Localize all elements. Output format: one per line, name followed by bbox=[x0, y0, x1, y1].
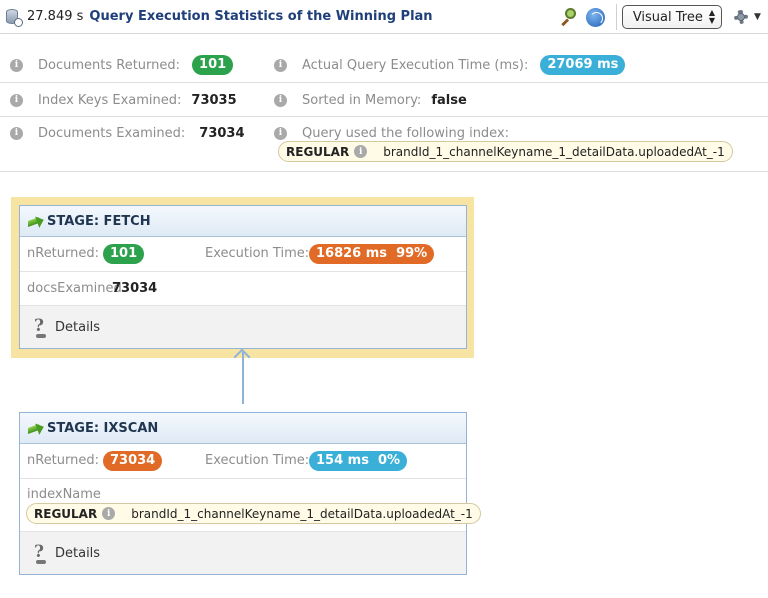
select-arrows-icon: ▲ ▼ bbox=[708, 8, 715, 25]
help-icon: ? bbox=[33, 542, 49, 564]
magnify-icon[interactable] bbox=[558, 7, 578, 27]
help-icon: ? bbox=[33, 316, 49, 338]
stat-label: Documents Returned: bbox=[38, 57, 181, 73]
documents-returned-badge: 101 bbox=[192, 55, 234, 75]
sorted-in-memory-value: false bbox=[431, 92, 467, 108]
nreturned-label: nReturned: bbox=[27, 246, 100, 261]
caret-down-icon[interactable]: ▼ bbox=[754, 12, 766, 22]
execution-time-label: Execution Time: bbox=[205, 453, 310, 468]
docs-examined-label: docsExamined bbox=[27, 281, 122, 296]
stage-card-ixscan: STAGE: IXSCAN nReturned: 73034 Execution… bbox=[19, 412, 481, 575]
info-icon[interactable]: i bbox=[102, 507, 116, 520]
stage-card-fetch: STAGE: FETCH nReturned: 101 Execution Ti… bbox=[19, 205, 467, 349]
index-chip[interactable]: REGULAR i brandId_1_channelKeyname_1_det… bbox=[26, 503, 481, 524]
index-name: brandId_1_channelKeyname_1_detailData.up… bbox=[383, 144, 725, 159]
details-label: Details bbox=[55, 545, 101, 561]
stage-header[interactable]: STAGE: IXSCAN bbox=[20, 413, 466, 444]
stat-label: Documents Examined: bbox=[38, 125, 186, 141]
stat-sorted-in-memory: i Sorted in Memory: false bbox=[274, 90, 467, 110]
stat-label: Query used the following index: bbox=[302, 125, 510, 141]
stage-arrow-icon bbox=[28, 422, 44, 434]
stat-execution-time: i Actual Query Execution Time (ms): 2706… bbox=[274, 55, 626, 75]
nreturned-label: nReturned: bbox=[27, 453, 100, 468]
globe-icon[interactable] bbox=[585, 7, 605, 27]
header-bar: 27.849 s Query Execution Statistics of t… bbox=[0, 0, 768, 34]
execution-time-badge: 154 ms 0% bbox=[309, 451, 408, 471]
info-icon[interactable]: i bbox=[274, 58, 287, 72]
index-name-label: indexName bbox=[27, 487, 101, 502]
index-name: brandId_1_channelKeyname_1_detailData.up… bbox=[131, 506, 473, 521]
stage-metrics-row: nReturned: 101 Execution Time: 16826 ms … bbox=[20, 237, 466, 272]
page-title: Query Execution Statistics of the Winnin… bbox=[89, 9, 433, 24]
info-icon[interactable]: i bbox=[10, 126, 23, 140]
execution-time-badge: 16826 ms 99% bbox=[309, 244, 435, 264]
details-button[interactable]: ? Details bbox=[20, 532, 466, 574]
stage-title: STAGE: IXSCAN bbox=[47, 420, 159, 436]
stat-label: Actual Query Execution Time (ms): bbox=[302, 57, 529, 73]
index-keys-examined-value: 73035 bbox=[191, 92, 237, 108]
stage-header[interactable]: STAGE: FETCH bbox=[20, 206, 466, 237]
stage-arrow-icon bbox=[28, 215, 44, 227]
stat-documents-examined: i Documents Examined: 73034 bbox=[10, 123, 245, 143]
details-label: Details bbox=[55, 319, 101, 335]
summary-row-1: i Documents Returned: 101 i Actual Query… bbox=[0, 47, 768, 83]
summary-row-3: i Documents Examined: 73034 i Query used… bbox=[0, 117, 768, 172]
stage-metrics-row: nReturned: 73034 Execution Time: 154 ms … bbox=[20, 444, 466, 479]
view-mode-select[interactable]: Visual Tree ▲ ▼ bbox=[621, 5, 722, 29]
database-clock-icon bbox=[5, 8, 23, 27]
index-kind: REGULAR bbox=[286, 144, 350, 159]
execution-time-badge: 27069 ms bbox=[540, 55, 626, 75]
info-icon[interactable]: i bbox=[274, 126, 287, 140]
execution-time-label: Execution Time: bbox=[205, 246, 310, 261]
info-icon[interactable]: i bbox=[10, 93, 23, 107]
index-kind: REGULAR bbox=[34, 506, 98, 521]
toolbar-divider bbox=[615, 4, 617, 30]
stat-label: Index Keys Examined: bbox=[38, 92, 182, 108]
documents-examined-value: 73034 bbox=[199, 125, 245, 141]
nreturned-badge: 73034 bbox=[103, 451, 163, 471]
gear-icon[interactable] bbox=[731, 7, 751, 27]
stat-index-keys-examined: i Index Keys Examined: 73035 bbox=[10, 90, 237, 110]
elapsed-time: 27.849 s bbox=[27, 9, 84, 24]
stage-index-row: indexName REGULAR i brandId_1_channelKey… bbox=[20, 479, 481, 532]
stat-label: Sorted in Memory: bbox=[302, 92, 422, 108]
stage-title: STAGE: FETCH bbox=[47, 213, 151, 229]
details-button[interactable]: ? Details bbox=[20, 306, 466, 348]
stage-docs-row: docsExamined 73034 bbox=[20, 272, 466, 306]
stat-documents-returned: i Documents Returned: 101 bbox=[10, 55, 234, 75]
nreturned-badge: 101 bbox=[103, 244, 145, 264]
stat-index-used: i Query used the following index: bbox=[274, 123, 509, 143]
info-icon[interactable]: i bbox=[274, 93, 287, 107]
docs-examined-value: 73034 bbox=[112, 281, 158, 296]
info-icon[interactable]: i bbox=[10, 58, 23, 72]
view-mode-value: Visual Tree bbox=[632, 9, 703, 25]
info-icon[interactable]: i bbox=[354, 145, 368, 158]
summary-row-2: i Index Keys Examined: 73035 i Sorted in… bbox=[0, 83, 768, 117]
index-chip[interactable]: REGULAR i brandId_1_channelKeyname_1_det… bbox=[278, 141, 733, 162]
